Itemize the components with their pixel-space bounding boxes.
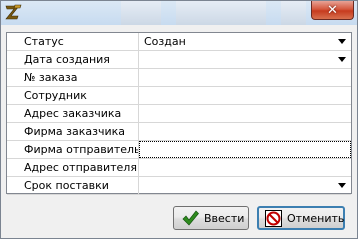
grid-row[interactable]: Адрес заказчика xyxy=(7,105,351,123)
field-label: Фирма заказчика xyxy=(7,123,139,140)
grid-row[interactable]: Фирма отправитель xyxy=(7,141,351,159)
cancel-button-label: Отменить xyxy=(287,211,345,225)
grid-row[interactable]: Сотрудник xyxy=(7,87,351,105)
app-z-logo-icon[interactable] xyxy=(5,4,22,21)
field-label: Дата создания xyxy=(7,51,139,68)
grid-row[interactable]: № заказа xyxy=(7,69,351,87)
field-input[interactable] xyxy=(139,69,351,86)
field-input[interactable] xyxy=(139,141,351,158)
grid-row[interactable]: Статус Создан xyxy=(7,33,351,51)
title-bar-background-blur xyxy=(176,1,266,25)
field-dropdown[interactable]: Создан xyxy=(139,33,351,50)
field-label: Адрес заказчика xyxy=(7,105,139,122)
field-label: Срок поставки xyxy=(7,177,139,194)
title-bar-background-blur xyxy=(121,1,161,25)
close-icon: ✕ xyxy=(327,2,338,18)
field-label: Адрес отправителя xyxy=(7,159,139,176)
field-input[interactable] xyxy=(139,105,351,122)
title-bar-background-blur xyxy=(281,1,306,25)
grid-row[interactable]: Адрес отправителя xyxy=(7,159,351,177)
grid-row[interactable]: Дата создания xyxy=(7,51,351,69)
dropdown-arrow-icon[interactable] xyxy=(338,183,346,188)
grid-row[interactable]: Фирма заказчика xyxy=(7,123,351,141)
field-value: Создан xyxy=(144,35,186,48)
cancel-button[interactable]: Отменить xyxy=(257,206,345,230)
field-label: Фирма отправитель xyxy=(7,141,139,158)
checkmark-icon xyxy=(182,209,199,226)
dialog-footer: Ввести Отменить xyxy=(1,197,357,238)
property-grid: Статус Создан Дата создания № заказа Сотрудн… xyxy=(6,32,352,195)
field-input[interactable] xyxy=(139,159,351,176)
ok-button-label: Ввести xyxy=(204,211,245,225)
field-dropdown[interactable] xyxy=(139,51,351,68)
field-label: № заказа xyxy=(7,69,139,86)
title-bar[interactable]: ✕ xyxy=(1,1,357,25)
ok-button[interactable]: Ввести xyxy=(173,206,249,230)
dropdown-arrow-icon[interactable] xyxy=(338,39,346,44)
no-entry-icon xyxy=(265,209,282,227)
dialog-window: ✕ Статус Создан Дата создания № заказа Сотру… xyxy=(0,0,358,239)
grid-row[interactable]: Срок поставки xyxy=(7,177,351,195)
dropdown-arrow-icon[interactable] xyxy=(338,57,346,62)
field-label: Статус xyxy=(7,33,139,50)
field-input[interactable] xyxy=(139,87,351,104)
close-button[interactable]: ✕ xyxy=(311,1,354,20)
field-dropdown[interactable] xyxy=(139,177,351,194)
field-label: Сотрудник xyxy=(7,87,139,104)
field-input[interactable] xyxy=(139,123,351,140)
